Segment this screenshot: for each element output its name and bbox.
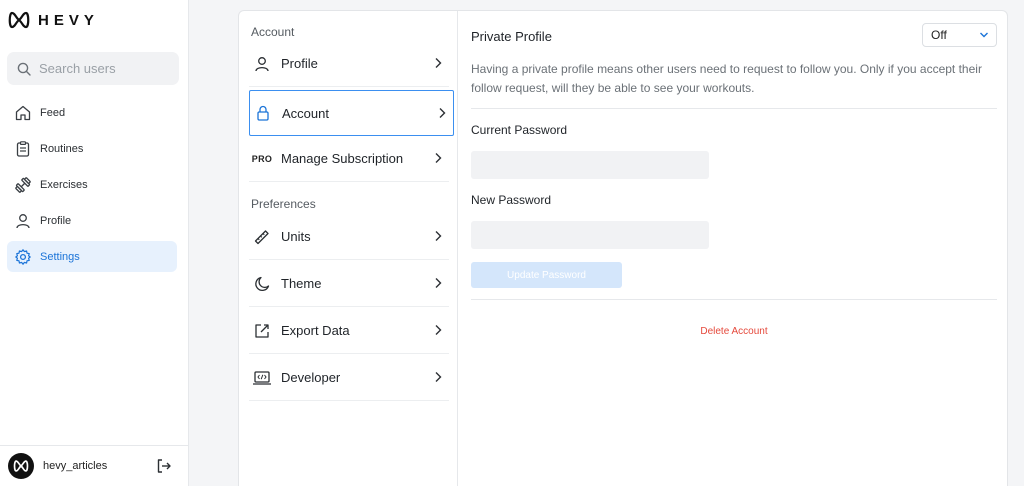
settings-item-profile[interactable]: Profile (249, 41, 449, 87)
nav-item-label: Routines (40, 142, 84, 155)
settings-item-label: Theme (281, 276, 322, 291)
private-profile-select[interactable]: Off (922, 23, 997, 47)
main-nav: Feed Routines Exercises Profile Settings (7, 97, 177, 277)
new-password-input[interactable] (471, 221, 709, 249)
nav-item-label: Feed (40, 106, 66, 119)
search-icon (17, 62, 31, 76)
nav-item-label: Profile (40, 214, 72, 227)
chevron-right-icon (435, 325, 442, 335)
settings-item-label: Export Data (281, 323, 350, 338)
nav-item-settings[interactable]: Settings (7, 241, 177, 272)
hevy-logo[interactable]: HEVY (8, 10, 99, 30)
private-profile-value: Off (931, 28, 947, 42)
divider (471, 108, 997, 109)
private-profile-description: Having a private profile means other use… (471, 62, 982, 95)
user-icon (255, 56, 269, 71)
update-password-button[interactable]: Update Password (471, 262, 622, 288)
export-icon (255, 323, 269, 338)
delete-account-link[interactable]: Delete Account (459, 326, 1009, 337)
group-title-preferences: Preferences (251, 197, 316, 211)
hevy-avatar-icon (13, 460, 29, 472)
user-bar: hevy_articles (0, 445, 189, 486)
chevron-right-icon (435, 153, 442, 163)
avatar[interactable] (8, 453, 34, 479)
settings-card: Account Profile Account PRO Manage Subsc… (238, 10, 1008, 486)
chevron-right-icon (435, 372, 442, 382)
private-profile-label: Private Profile (471, 29, 552, 44)
settings-item-label: Units (281, 229, 311, 244)
hevy-logo-icon (8, 11, 30, 29)
new-password-label: New Password (471, 193, 552, 207)
nav-item-label: Exercises (40, 178, 88, 191)
search-input[interactable] (39, 61, 169, 76)
nav-item-label: Settings (40, 250, 80, 263)
nav-item-profile[interactable]: Profile (7, 205, 177, 236)
home-icon (15, 105, 31, 120)
chevron-down-icon (980, 32, 988, 38)
settings-item-label: Profile (281, 56, 318, 71)
moon-icon (255, 276, 270, 291)
settings-item-account[interactable]: Account (249, 90, 454, 136)
settings-item-developer[interactable]: Developer (249, 355, 449, 401)
username: hevy_articles (43, 460, 108, 472)
user-icon (16, 213, 30, 228)
chevron-right-icon (435, 58, 442, 68)
settings-item-label: Account (282, 105, 329, 121)
logout-icon (157, 459, 171, 473)
settings-item-label: Developer (281, 370, 341, 385)
settings-item-theme[interactable]: Theme (249, 261, 449, 307)
divider (471, 299, 997, 300)
group-title-account: Account (251, 25, 295, 39)
code-laptop-icon (253, 370, 271, 385)
app-sidebar: HEVY Feed Routines (0, 0, 189, 486)
chevron-right-icon (435, 231, 442, 241)
settings-item-manage-subscription[interactable]: PRO Manage Subscription (249, 136, 449, 182)
dumbbell-icon (15, 176, 31, 193)
nav-item-feed[interactable]: Feed (7, 97, 177, 128)
settings-item-export-data[interactable]: Export Data (249, 308, 449, 354)
gear-icon (15, 248, 31, 265)
current-password-label: Current Password (471, 123, 568, 137)
nav-item-routines[interactable]: Routines (7, 133, 177, 164)
settings-menu: Account Profile Account PRO Manage Subsc… (239, 11, 458, 486)
lock-icon (257, 105, 269, 121)
settings-item-units[interactable]: Units (249, 214, 449, 260)
chevron-right-icon (439, 108, 446, 118)
search-box[interactable] (7, 52, 179, 85)
pro-badge: PRO (251, 153, 273, 164)
current-password-input[interactable] (471, 151, 709, 179)
settings-item-label: Manage Subscription (281, 151, 404, 166)
account-settings-pane: Private Profile Off Having a private pro… (459, 11, 1009, 486)
ruler-icon (254, 229, 269, 244)
nav-item-exercises[interactable]: Exercises (7, 169, 177, 200)
logo-text: HEVY (38, 11, 99, 29)
clipboard-icon (16, 140, 30, 157)
chevron-right-icon (435, 278, 442, 288)
logout-button[interactable] (155, 457, 173, 475)
